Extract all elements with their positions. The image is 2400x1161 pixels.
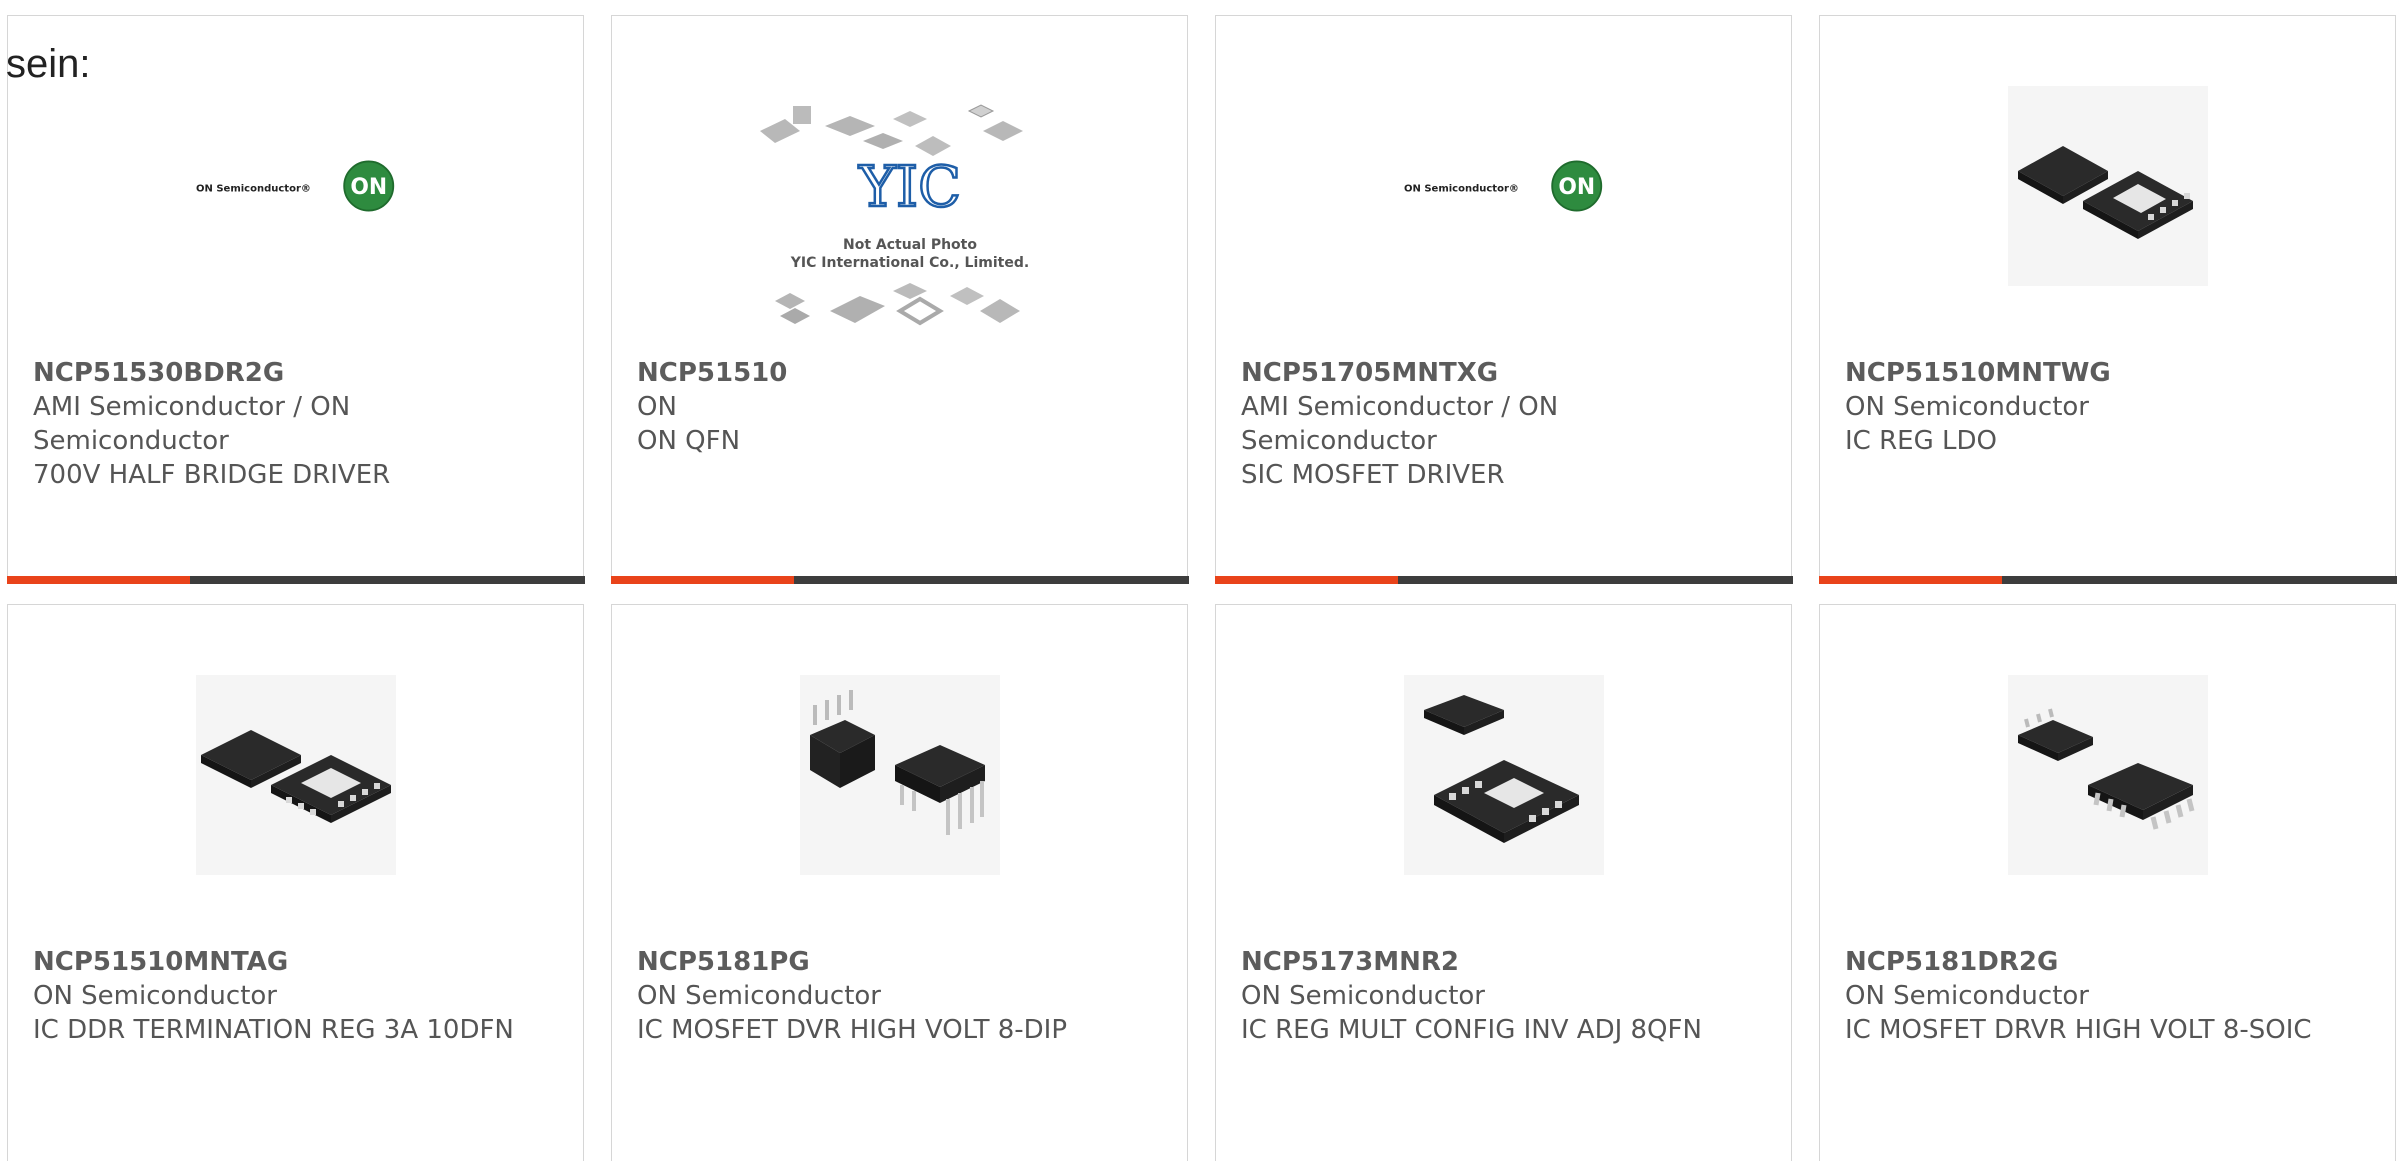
manufacturer: ON Semiconductor [1845,981,2089,1011]
product-card[interactable]: ON Semiconductor® ON NCP51530BDR2G AMI S… [6,15,585,584]
card-bar-accent [6,576,190,584]
manufacturer: AMI Semiconductor / ON Semiconductor [33,392,351,456]
manufacturer: ON [637,392,677,422]
on-semiconductor-logo: ON Semiconductor® ON [1404,86,1604,286]
svg-text:ON Semiconductor®: ON Semiconductor® [196,183,311,194]
description: IC REG MULT CONFIG INV ADJ 8QFN [1241,1015,1702,1045]
image-caption-2: YIC International Co., Limited. [789,255,1028,271]
product-grid-page: sein: ON Semiconductor® ON NCP51530BDR2G… [0,0,2400,1161]
part-number[interactable]: NCP5181DR2G [1845,945,2335,979]
description: 700V HALF BRIDGE DRIVER [33,460,391,490]
card-bar-accent [1214,576,1398,584]
part-number[interactable]: NCP5173MNR2 [1241,945,1731,979]
product-card[interactable]: NCP5173MNR2 ON Semiconductor IC REG MULT… [1215,604,1792,1161]
yic-placeholder-image: YIC Not Actual Photo YIC International C… [755,101,1045,341]
description: IC MOSFET DRVR HIGH VOLT 8-SOIC [1845,1015,2312,1045]
svg-text:ON Semiconductor®: ON Semiconductor® [1404,183,1519,194]
description: IC DDR TERMINATION REG 3A 10DFN [33,1015,514,1045]
product-card[interactable]: NCP5181DR2G ON Semiconductor IC MOSFET D… [1819,604,2396,1161]
part-number[interactable]: NCP51510MNTAG [33,945,523,979]
card-bar [610,576,1189,584]
product-card[interactable]: YIC Not Actual Photo YIC International C… [610,15,1189,584]
description: SIC MOSFET DRIVER [1241,460,1505,490]
on-semiconductor-logo: ON Semiconductor® ON [196,86,396,286]
manufacturer: AMI Semiconductor / ON Semiconductor [1241,392,1559,456]
svg-text:ON: ON [350,175,387,200]
description: IC REG LDO [1845,426,1997,456]
intro-text: sein: [6,42,91,86]
part-number[interactable]: NCP51510 [637,356,1127,390]
product-card[interactable]: ON Semiconductor® ON NCP51705MNTXG AMI S… [1214,15,1793,584]
svg-text:ON: ON [1558,175,1595,200]
part-number[interactable]: NCP51510MNTWG [1845,356,2335,390]
card-bar-accent [610,576,794,584]
part-number[interactable]: NCP51530BDR2G [33,356,523,390]
card-bar-accent [1818,576,2002,584]
image-caption-1: Not Actual Photo [843,237,977,253]
manufacturer: ON Semiconductor [1845,392,2089,422]
card-bar [1214,576,1793,584]
manufacturer: ON Semiconductor [33,981,277,1011]
qfn-package-photo [1403,675,1604,875]
manufacturer: ON Semiconductor [1241,981,1485,1011]
dip-package-photo [799,675,1000,875]
product-card[interactable]: NCP51510MNTWG ON Semiconductor IC REG LD… [1818,15,2397,584]
dfn-package-photo [2007,86,2208,286]
manufacturer: ON Semiconductor [637,981,881,1011]
card-bar [6,576,585,584]
part-number[interactable]: NCP51705MNTXG [1241,356,1731,390]
svg-text:YIC: YIC [858,155,961,220]
dfn-package-photo [195,675,396,875]
description: ON QFN [637,426,741,456]
product-card[interactable]: NCP51510MNTAG ON Semiconductor IC DDR TE… [7,604,584,1161]
card-bar [1818,576,2397,584]
soic-package-photo [2007,675,2208,875]
part-number[interactable]: NCP5181PG [637,945,1127,979]
product-card[interactable]: NCP5181PG ON Semiconductor IC MOSFET DVR… [611,604,1188,1161]
description: IC MOSFET DVR HIGH VOLT 8-DIP [637,1015,1068,1045]
